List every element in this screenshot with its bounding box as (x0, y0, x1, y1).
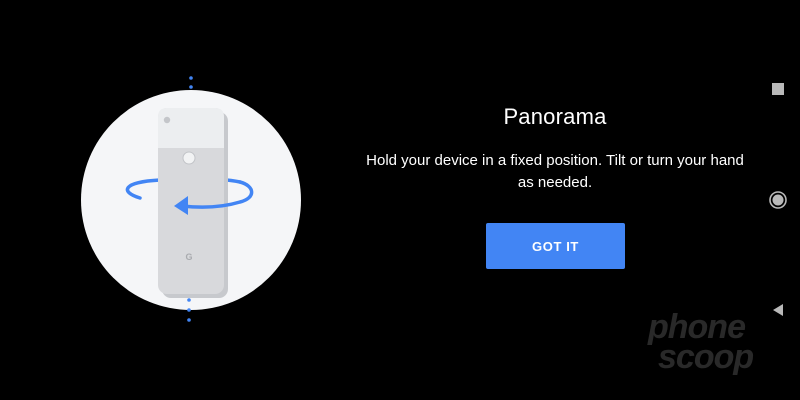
fingerprint-sensor (182, 151, 196, 165)
home-button[interactable] (768, 190, 788, 210)
circle-icon (769, 191, 787, 209)
dialog-instructions: Hold your device in a fixed position. Ti… (366, 152, 744, 191)
navigation-bar (752, 0, 800, 400)
phone-glass-panel (158, 108, 224, 148)
triangle-back-icon (773, 304, 783, 316)
got-it-button[interactable]: GOT IT (486, 223, 625, 269)
square-icon (772, 83, 784, 95)
dialog-title: Panorama (503, 104, 607, 129)
panorama-screen: G Panorama Hold your device in a fixed p… (0, 0, 800, 400)
brand-logo: G (185, 252, 192, 262)
camera-lens (163, 116, 171, 124)
back-button[interactable] (768, 300, 788, 320)
recents-button[interactable] (768, 79, 788, 99)
phone-rotate-illustration: G (70, 70, 310, 330)
